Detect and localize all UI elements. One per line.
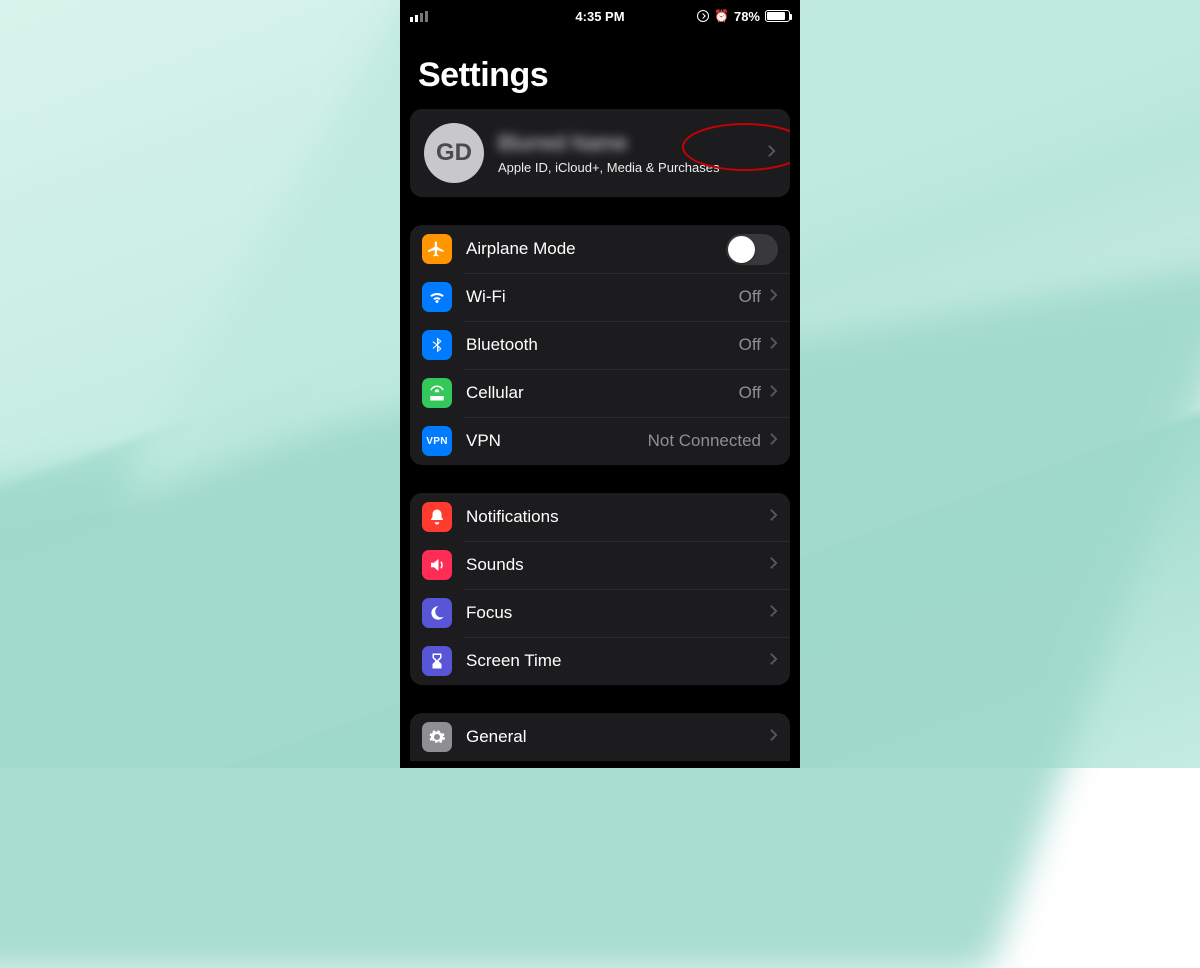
row-label: Bluetooth <box>466 335 739 355</box>
account-subtitle: Apple ID, iCloud+, Media & Purchases <box>498 160 767 175</box>
row-value: Off <box>739 335 761 355</box>
row-label: General <box>466 727 769 747</box>
row-label: Sounds <box>466 555 769 575</box>
row-label: Wi-Fi <box>466 287 739 307</box>
gear-icon <box>422 722 452 752</box>
row-label: Notifications <box>466 507 769 527</box>
row-label: Airplane Mode <box>466 239 726 259</box>
notifications-icon <box>422 502 452 532</box>
row-value: Off <box>739 383 761 403</box>
row-label: Focus <box>466 603 769 623</box>
alarm-icon: ⏰ <box>714 9 729 23</box>
cellular-signal-icon <box>410 11 428 22</box>
chevron-right-icon <box>769 651 778 671</box>
chevron-right-icon <box>769 383 778 403</box>
battery-icon <box>765 10 790 22</box>
row-value: Off <box>739 287 761 307</box>
avatar: GD <box>424 123 484 183</box>
airplane-icon <box>422 234 452 264</box>
account-row[interactable]: GD Blurred Name Apple ID, iCloud+, Media… <box>410 109 790 197</box>
chevron-right-icon <box>769 335 778 355</box>
general-group: General <box>410 713 790 761</box>
row-cellular[interactable]: Cellular Off <box>410 369 790 417</box>
screen-time-icon <box>422 646 452 676</box>
notifications-group: Notifications Sounds Focus Screen Time <box>410 493 790 685</box>
connectivity-group: Airplane Mode Wi-Fi Off Bluetooth Off Ce… <box>410 225 790 465</box>
iphone-screen: 4:35 PM ⏰ 78% Settings GD Blurred Name A… <box>400 0 800 768</box>
bluetooth-icon <box>422 330 452 360</box>
wifi-icon <box>422 282 452 312</box>
row-value: Not Connected <box>648 431 761 451</box>
cellular-icon <box>422 378 452 408</box>
chevron-right-icon <box>769 431 778 451</box>
row-general[interactable]: General <box>410 713 790 761</box>
status-bar: 4:35 PM ⏰ 78% <box>400 0 800 32</box>
sounds-icon <box>422 550 452 580</box>
location-icon <box>697 10 709 22</box>
row-bluetooth[interactable]: Bluetooth Off <box>410 321 790 369</box>
page-title: Settings <box>400 32 800 109</box>
row-wifi[interactable]: Wi-Fi Off <box>410 273 790 321</box>
focus-icon <box>422 598 452 628</box>
chevron-right-icon <box>767 143 776 163</box>
row-label: Cellular <box>466 383 739 403</box>
chevron-right-icon <box>769 287 778 307</box>
vpn-icon: VPN <box>422 426 452 456</box>
row-airplane-mode[interactable]: Airplane Mode <box>410 225 790 273</box>
chevron-right-icon <box>769 507 778 527</box>
chevron-right-icon <box>769 555 778 575</box>
row-sounds[interactable]: Sounds <box>410 541 790 589</box>
account-group: GD Blurred Name Apple ID, iCloud+, Media… <box>410 109 790 197</box>
row-focus[interactable]: Focus <box>410 589 790 637</box>
chevron-right-icon <box>769 603 778 623</box>
account-name-blurred: Blurred Name <box>498 132 767 156</box>
row-label: Screen Time <box>466 651 769 671</box>
row-vpn[interactable]: VPN VPN Not Connected <box>410 417 790 465</box>
row-notifications[interactable]: Notifications <box>410 493 790 541</box>
row-label: VPN <box>466 431 648 451</box>
battery-percent: 78% <box>734 9 760 24</box>
chevron-right-icon <box>769 727 778 747</box>
row-screen-time[interactable]: Screen Time <box>410 637 790 685</box>
airplane-toggle[interactable] <box>726 234 778 265</box>
